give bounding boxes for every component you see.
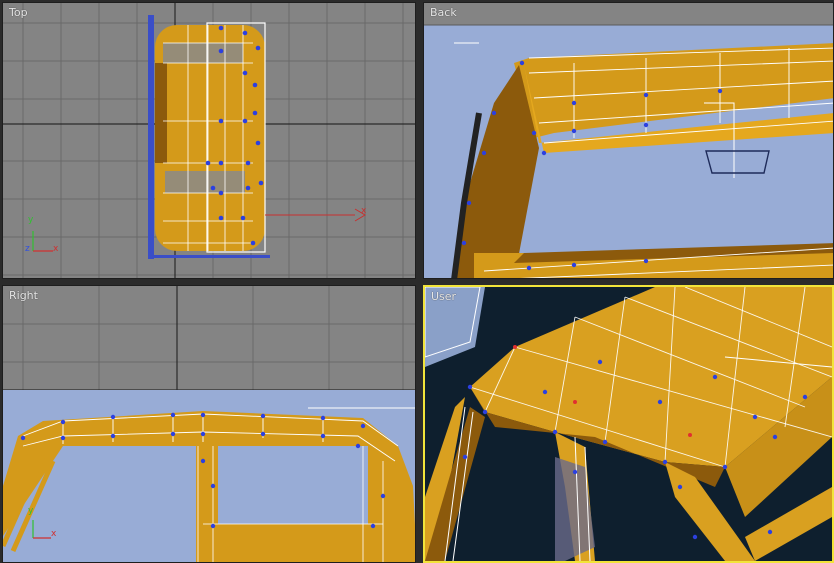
viewport-user-canvas[interactable] <box>425 287 832 561</box>
viewport-label-top[interactable]: Top <box>9 6 28 19</box>
bounding-box-edge <box>148 255 270 258</box>
axis-label-x: x <box>51 529 57 539</box>
axis-tripod-icon <box>32 231 53 252</box>
car-mesh-top[interactable] <box>155 22 266 253</box>
viewport-right[interactable]: Right y x <box>2 285 416 563</box>
car-mesh-side[interactable] <box>3 407 416 563</box>
viewport-top[interactable]: x Top y z x <box>2 2 416 279</box>
viewport-back-canvas[interactable] <box>424 3 834 279</box>
axis-label-x: x <box>53 244 59 254</box>
viewport-label-back[interactable]: Back <box>430 6 457 19</box>
viewport-label-user[interactable]: User <box>431 290 456 303</box>
bounding-box-edge <box>148 15 154 259</box>
axis-label-z: z <box>25 244 30 254</box>
axis-label-y: y <box>28 215 34 225</box>
viewport-back[interactable]: Back <box>423 2 834 279</box>
transform-gizmo[interactable]: x <box>265 206 367 222</box>
svg-text:x: x <box>361 206 367 216</box>
axis-label-y: y <box>28 506 34 516</box>
viewport-user-active[interactable]: User <box>423 285 834 563</box>
viewport-label-right[interactable]: Right <box>9 289 38 302</box>
viewport-top-canvas[interactable]: x <box>3 3 416 279</box>
viewport-right-canvas[interactable] <box>3 286 416 563</box>
